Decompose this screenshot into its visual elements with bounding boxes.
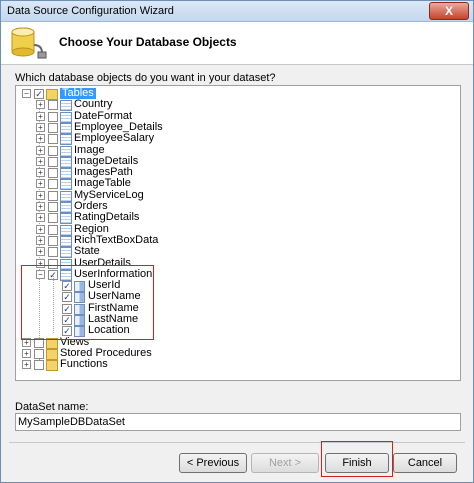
separator <box>9 442 465 443</box>
node-checkbox[interactable] <box>34 348 44 359</box>
table-checkbox[interactable] <box>48 111 58 122</box>
question-label: Which database objects do you want in yo… <box>15 72 276 84</box>
tables-checkbox[interactable]: ✓ <box>34 89 44 99</box>
table-checkbox[interactable] <box>48 122 58 133</box>
expand-icon[interactable]: + <box>22 348 31 358</box>
wizard-window: Data Source Configuration Wizard X Choos… <box>0 0 474 483</box>
table-label: EmployeeSalary <box>74 132 155 145</box>
expand-icon[interactable]: + <box>36 100 45 110</box>
table-label: Image <box>74 143 105 156</box>
table-checkbox[interactable] <box>48 224 58 235</box>
table-checkbox[interactable] <box>48 100 58 111</box>
tree-node-table[interactable]: + State <box>16 245 456 259</box>
page-title: Choose Your Database Objects <box>59 35 237 49</box>
next-button[interactable]: Next > <box>251 453 319 473</box>
table-checkbox[interactable] <box>48 134 58 145</box>
annotation-box-finish <box>321 441 393 477</box>
tree-node-table[interactable]: + Region <box>16 222 456 236</box>
tree-node-table[interactable]: + RatingDetails <box>16 211 456 225</box>
tree-node-table[interactable]: + EmployeeSalary <box>16 132 456 146</box>
expand-icon[interactable]: + <box>36 168 45 178</box>
window-title: Data Source Configuration Wizard <box>7 5 174 17</box>
collapse-icon[interactable]: − <box>22 89 31 98</box>
folder-icon <box>46 360 58 372</box>
expand-icon[interactable]: + <box>36 235 45 245</box>
title-bar: Data Source Configuration Wizard X <box>1 1 473 22</box>
table-label: RatingDetails <box>74 211 140 224</box>
table-checkbox[interactable] <box>48 145 58 156</box>
table-checkbox[interactable] <box>48 202 58 212</box>
expand-icon[interactable]: + <box>36 247 45 257</box>
tree-node-table[interactable]: + Image <box>16 143 456 157</box>
expand-icon[interactable]: + <box>36 179 45 189</box>
table-label: ImageTable <box>74 177 131 190</box>
close-button[interactable]: X <box>429 2 469 20</box>
dataset-name-input[interactable] <box>15 413 461 431</box>
previous-button[interactable]: < Previous <box>179 453 247 473</box>
expand-icon[interactable]: + <box>22 360 31 370</box>
expand-icon[interactable]: + <box>36 122 45 132</box>
table-label: DateFormat <box>74 109 133 122</box>
expand-icon[interactable]: + <box>36 224 45 234</box>
table-label: Region <box>74 222 109 235</box>
expand-icon[interactable]: + <box>36 145 45 155</box>
table-checkbox[interactable] <box>48 213 58 224</box>
table-checkbox[interactable] <box>48 179 58 190</box>
expand-icon[interactable]: + <box>36 156 45 166</box>
table-checkbox[interactable] <box>48 247 58 258</box>
tree-node-functions[interactable]: + Functions <box>16 358 456 372</box>
expand-icon[interactable]: + <box>36 134 45 144</box>
tree-node-table[interactable]: + ImageTable <box>16 177 456 191</box>
database-icon <box>11 27 47 59</box>
wizard-header: Choose Your Database Objects <box>1 22 473 65</box>
table-checkbox[interactable] <box>48 190 58 201</box>
table-label: Country <box>74 98 113 111</box>
dataset-name-label: DataSet name: <box>15 401 89 413</box>
expand-icon[interactable]: + <box>36 190 45 200</box>
cancel-button[interactable]: Cancel <box>393 453 457 473</box>
expand-icon[interactable]: + <box>36 213 45 223</box>
expand-icon[interactable]: + <box>36 111 45 121</box>
table-checkbox[interactable] <box>48 156 58 167</box>
tree-node-table[interactable]: + Country <box>16 98 456 112</box>
node-checkbox[interactable] <box>34 360 44 371</box>
tree-node-table[interactable]: + DateFormat <box>16 109 456 123</box>
annotation-box-userinformation <box>21 265 154 340</box>
table-label: State <box>74 245 100 258</box>
expand-icon[interactable]: + <box>36 202 45 211</box>
table-checkbox[interactable] <box>48 168 58 179</box>
table-checkbox[interactable] <box>48 235 58 246</box>
tree-label: Functions <box>60 358 108 371</box>
